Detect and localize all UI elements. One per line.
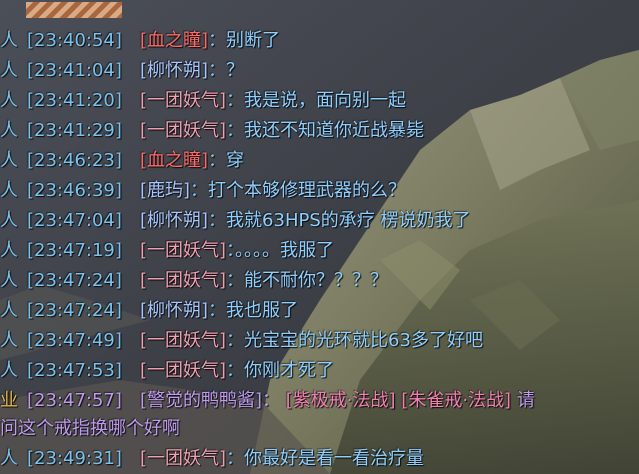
message-text: ？ [226, 60, 245, 81]
sender-name[interactable]: [血之瞳] [140, 150, 208, 171]
channel-tag[interactable]: 人 [0, 297, 18, 325]
separator: ： [190, 180, 209, 201]
chat-window[interactable]: 人 [23:40:54] [血之瞳]：别断了 人 [23:41:04] [柳怀朔… [0, 0, 639, 474]
separator: ： [226, 330, 245, 351]
timestamp: [23:41:20] [27, 90, 122, 111]
message-text: 打个本够修理武器的么？ [208, 180, 407, 201]
separator: ： [208, 150, 227, 171]
message-text: 别断了 [226, 30, 281, 51]
channel-tag[interactable]: 人 [0, 267, 18, 295]
sender-name[interactable]: [血之瞳] [140, 30, 208, 51]
channel-tag[interactable]: 人 [0, 147, 18, 175]
channel-tag[interactable]: 人 [0, 207, 18, 235]
message-text: 能不耐你？？？？ [244, 270, 389, 291]
channel-tag[interactable]: 人 [0, 57, 18, 85]
sender-name[interactable]: [一团妖气] [140, 448, 226, 469]
timestamp: [23:47:49] [27, 330, 122, 351]
separator: ： [226, 360, 245, 381]
timestamp: [23:40:54] [27, 30, 122, 51]
message-text: 光宝宝的光环就比63多了好吧 [244, 330, 483, 351]
channel-tag[interactable]: 人 [0, 117, 18, 145]
timestamp: [23:41:04] [27, 60, 122, 81]
message-text: 我还不知道你近战暴毙 [244, 120, 425, 141]
timestamp: [23:47:53] [27, 360, 122, 381]
sender-name[interactable]: [柳怀朔] [140, 210, 208, 231]
separator: ： [226, 240, 236, 261]
sender-name[interactable]: [一团妖气] [140, 240, 226, 261]
timestamp: [23:47:57] [27, 390, 122, 411]
separator: ： [262, 390, 281, 411]
sender-name[interactable]: [鹿玙] [140, 180, 190, 201]
timestamp: [23:49:31] [27, 448, 122, 469]
separator: ： [208, 60, 227, 81]
sender-name[interactable]: [一团妖气] [140, 360, 226, 381]
message-text: 穿 [226, 150, 245, 171]
channel-tag[interactable]: 人 [0, 357, 18, 385]
chat-frame-ornament [26, 2, 122, 18]
timestamp: [23:47:19] [27, 240, 122, 261]
separator: ： [226, 270, 245, 291]
timestamp: [23:47:24] [27, 270, 122, 291]
item-link[interactable]: [朱雀戒·法战] [401, 390, 511, 411]
separator: ： [208, 210, 227, 231]
timestamp: [23:47:24] [27, 300, 122, 321]
message-text: 问这个戒指换哪个好啊 [0, 418, 180, 439]
message-text: 你最好是看一看治疗量 [244, 448, 425, 469]
channel-tag[interactable]: 人 [0, 327, 18, 355]
timestamp: [23:47:04] [27, 210, 122, 231]
chat-line-continuation: 问这个戒指换哪个好啊 [0, 415, 180, 443]
separator: ： [226, 120, 245, 141]
message-text: 请 [516, 390, 535, 411]
timestamp: [23:41:29] [27, 120, 122, 141]
message-text: 我是说，面向别一起 [244, 90, 407, 111]
separator: ： [226, 448, 245, 469]
message-text: 我也服了 [226, 300, 299, 321]
separator: ： [208, 30, 227, 51]
timestamp: [23:46:23] [27, 150, 122, 171]
channel-tag[interactable]: 人 [0, 237, 18, 265]
channel-tag[interactable]: 业 [0, 387, 18, 415]
channel-tag[interactable]: 人 [0, 27, 18, 55]
message-text: 。。。。我服了 [235, 240, 335, 261]
separator: ： [226, 90, 245, 111]
channel-tag[interactable]: 人 [0, 87, 18, 115]
timestamp: [23:46:39] [27, 180, 122, 201]
message-text: 我就63HPS的承疗 楞说奶我了 [226, 210, 471, 231]
message-text: 你刚才死了 [244, 360, 335, 381]
sender-name[interactable]: [一团妖气] [140, 270, 226, 291]
sender-name[interactable]: [一团妖气] [140, 330, 226, 351]
separator: ： [208, 300, 227, 321]
sender-name[interactable]: [柳怀朔] [140, 60, 208, 81]
sender-name[interactable]: [警觉的鸭鸭酱] [140, 390, 262, 411]
channel-tag[interactable]: 人 [0, 445, 18, 473]
sender-name[interactable]: [一团妖气] [140, 120, 226, 141]
sender-name[interactable]: [柳怀朔] [140, 300, 208, 321]
sender-name[interactable]: [一团妖气] [140, 90, 226, 111]
channel-tag[interactable]: 人 [0, 177, 18, 205]
item-link[interactable]: [紫极戒·法战] [286, 390, 396, 411]
